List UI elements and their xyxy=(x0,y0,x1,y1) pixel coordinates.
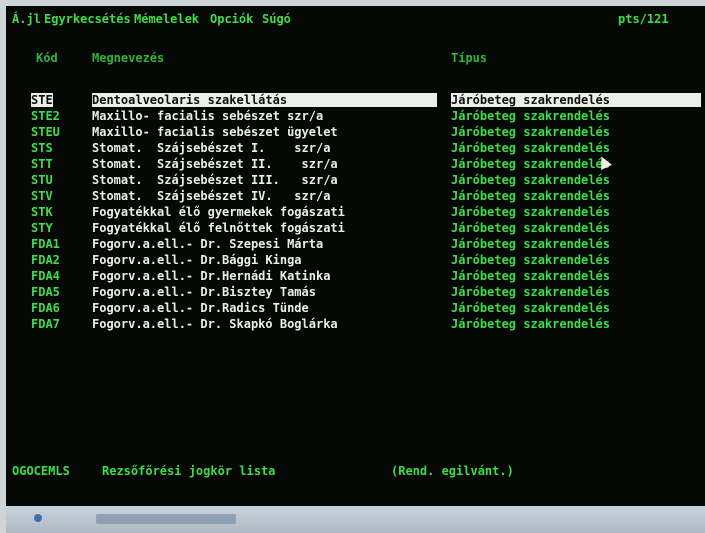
list-row[interactable]: FDA6 Fogorv.a.ell.- Dr.Radics Tünde Járóbe… xyxy=(6,301,705,317)
row-type: Járóbeteg szakrendelés xyxy=(451,285,610,299)
list-row[interactable]: FDA7 Fogorv.a.ell.- Dr. Skapkó Boglárka Já… xyxy=(6,317,705,333)
column-header-code: Kód xyxy=(36,51,58,65)
list-row[interactable]: FDA5 Fogorv.a.ell.- Dr.Bisztey Tamás Járób… xyxy=(6,285,705,301)
list-row[interactable]: STV Stomat. Szájsebészet IV. szr/a Járóbet… xyxy=(6,189,705,205)
row-type: Járóbeteg szakrendelés xyxy=(451,253,610,267)
row-name: Maxillo- facialis sebészet ügyelet xyxy=(92,125,338,139)
row-type: Járóbeteg szakrendelés xyxy=(451,269,610,283)
list-row[interactable]: STE Dentoalveolaris szakellátás Járóbeteg … xyxy=(6,93,705,109)
status-code: OGOCEMLS xyxy=(12,464,70,478)
row-name: Stomat. Szájsebészet II. szr/a xyxy=(92,157,338,171)
row-type: Járóbeteg szakrendelés xyxy=(451,157,610,171)
row-type: Járóbeteg szakrendelés xyxy=(451,109,610,123)
column-header-name: Megnevezés xyxy=(92,51,165,65)
row-type: Járóbeteg szakrendelés xyxy=(451,189,610,203)
list-row[interactable]: STE2 Maxillo- facialis sebészet szr/a Járó… xyxy=(6,109,705,125)
row-name: Maxillo- facialis sebészet szr/a xyxy=(92,109,324,123)
row-code: STV xyxy=(31,189,53,203)
list-row[interactable]: STY Fogyatékkal élő felnőttek fogászati Já… xyxy=(6,221,705,237)
row-name: Fogorv.a.ell.- Dr.Bággi Kinga xyxy=(92,253,302,267)
row-type: Járóbeteg szakrendelés xyxy=(451,221,610,235)
row-name: Stomat. Szájsebészet IV. szr/a xyxy=(92,189,331,203)
row-name: Fogorv.a.ell.- Dr. Szepesi Márta xyxy=(92,237,324,251)
row-type: Járóbeteg szakrendelés xyxy=(451,93,701,107)
row-name: Fogorv.a.ell.- Dr.Hernádi Katinka xyxy=(92,269,331,283)
row-code: FDA2 xyxy=(31,253,60,267)
list-row[interactable]: FDA1 Fogorv.a.ell.- Dr. Szepesi Márta Járó… xyxy=(6,237,705,253)
menu-item-file[interactable]: Á.jl xyxy=(12,12,41,26)
row-name: Stomat. Szájsebészet III. szr/a xyxy=(92,173,338,187)
list-row[interactable]: STEU Maxillo- facialis sebészet ügyelet Já… xyxy=(6,125,705,141)
list-row[interactable]: FDA2 Fogorv.a.ell.- Dr.Bággi Kinga Járóbet… xyxy=(6,253,705,269)
menu-item-opciok[interactable]: Opciók xyxy=(210,12,253,26)
row-code: STY xyxy=(31,221,53,235)
row-type: Járóbeteg szakrendelés xyxy=(451,173,610,187)
row-type: Járóbeteg szakrendelés xyxy=(451,205,610,219)
row-type: Járóbeteg szakrendelés xyxy=(451,301,610,315)
status-text: Rezsőfőrési jogkör lista xyxy=(102,464,276,478)
row-name: Fogyatékkal élő felnőttek fogászati xyxy=(92,221,345,235)
list-row[interactable]: STS Stomat. Szájsebészet I. szr/a Járóbete… xyxy=(6,141,705,157)
row-code: STE2 xyxy=(31,109,60,123)
row-name: Dentoalveolaris szakellátás xyxy=(92,93,437,107)
list-row[interactable]: STU Stomat. Szájsebészet III. szr/a Járóbe… xyxy=(6,173,705,189)
menu-item-egyrkecsetes[interactable]: Egyrkecsétés xyxy=(44,12,131,26)
terminal-id: pts/121 xyxy=(618,12,669,26)
row-name: Fogorv.a.ell.- Dr.Bisztey Tamás xyxy=(92,285,316,299)
row-code: FDA7 xyxy=(31,317,60,331)
row-code: STU xyxy=(31,173,53,187)
row-name: Fogyatékkal élő gyermekek fogászati xyxy=(92,205,345,219)
row-code: STE xyxy=(31,93,53,107)
row-code: FDA1 xyxy=(31,237,60,251)
row-code: STT xyxy=(31,157,53,171)
terminal-screen: Á.jl Egyrkecsétés Mémelelek Opciók Súgó … xyxy=(6,6,705,506)
row-name: Stomat. Szájsebészet I. szr/a xyxy=(92,141,331,155)
row-type: Járóbeteg szakrendelés xyxy=(451,141,610,155)
row-code: STEU xyxy=(31,125,60,139)
row-name: Fogorv.a.ell.- Dr.Radics Tünde xyxy=(92,301,309,315)
start-button[interactable] xyxy=(34,514,42,522)
taskbar-window-button[interactable] xyxy=(96,514,236,524)
row-type: Járóbeteg szakrendelés xyxy=(451,237,610,251)
row-code: STK xyxy=(31,205,53,219)
row-type: Járóbeteg szakrendelés xyxy=(451,125,610,139)
row-code: FDA6 xyxy=(31,301,60,315)
list-row[interactable]: FDA4 Fogorv.a.ell.- Dr.Hernádi Katinka Jár… xyxy=(6,269,705,285)
row-code: FDA4 xyxy=(31,269,60,283)
list-row[interactable]: STK Fogyatékkal élő gyermekek fogászati Já… xyxy=(6,205,705,221)
row-name: Fogorv.a.ell.- Dr. Skapkó Boglárka xyxy=(92,317,338,331)
menu-item-sugo[interactable]: Súgó xyxy=(262,12,291,26)
status-hint: (Rend. egilvánt.) xyxy=(391,464,514,478)
row-code: FDA5 xyxy=(31,285,60,299)
taskbar xyxy=(6,506,705,533)
row-type: Járóbeteg szakrendelés xyxy=(451,317,610,331)
menu-item-memelelek[interactable]: Mémelelek xyxy=(134,12,199,26)
column-header-type: Típus xyxy=(451,51,488,65)
row-code: STS xyxy=(31,141,53,155)
